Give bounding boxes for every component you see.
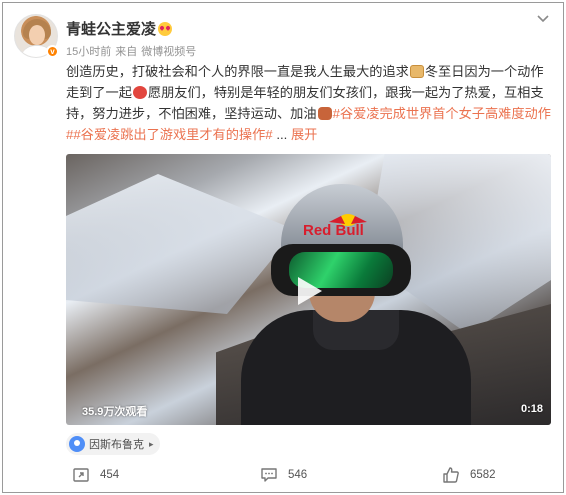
athlete-figure: Red Bull bbox=[241, 184, 471, 425]
location-tag[interactable]: 因斯布鲁克 ▸ bbox=[66, 433, 160, 455]
thumbs-up-icon bbox=[443, 467, 459, 483]
post-text-line2a: 了一起 bbox=[92, 85, 132, 100]
source-prefix: 来自 bbox=[115, 46, 138, 58]
chevron-right-icon: ▸ bbox=[149, 438, 154, 449]
comment-button[interactable]: 546 bbox=[260, 463, 307, 487]
location-pin-icon bbox=[69, 436, 85, 452]
username[interactable]: 青蛙公主爱凌 bbox=[66, 18, 173, 39]
red-bull-logo: Red Bull bbox=[303, 214, 367, 238]
chevron-down-icon[interactable] bbox=[536, 14, 554, 28]
post-text-line3a: 进步，不怕困难，坚持运动、加油 bbox=[118, 106, 317, 121]
verified-badge-icon: v bbox=[46, 45, 59, 58]
view-count: 35.9万次观看 bbox=[82, 406, 148, 418]
repost-count: 454 bbox=[100, 469, 120, 481]
action-bar: 454 546 6582 bbox=[66, 463, 496, 487]
bag-emoji-icon bbox=[317, 107, 332, 120]
helmet-brand-text: Red Bull bbox=[303, 222, 364, 238]
repost-icon bbox=[73, 468, 89, 482]
hashtag-link[interactable]: #谷爱凌跳出了游戏里才有的操作# bbox=[73, 127, 272, 142]
location-label: 因斯布鲁克 bbox=[89, 439, 144, 451]
repost-button[interactable]: 454 bbox=[72, 463, 119, 487]
post-time[interactable]: 15小时前 bbox=[66, 46, 111, 58]
post-text: 创造历史，打破社会和个人的界限一直是我人生最大的追求 冬至日因为一个动作走到了一起… bbox=[66, 61, 554, 145]
gift-box-emoji-icon bbox=[409, 65, 424, 78]
like-count: 6582 bbox=[470, 469, 496, 481]
post-source[interactable]: 微博视频号 bbox=[141, 46, 196, 58]
ellipsis: ... bbox=[276, 127, 288, 142]
video-player[interactable]: Red Bull 35.9万次观看 0:18 bbox=[66, 154, 551, 425]
video-duration: 0:18 bbox=[520, 403, 543, 415]
expand-link[interactable]: 展开 bbox=[291, 127, 317, 142]
comment-count: 546 bbox=[288, 469, 308, 481]
red-emoji-icon bbox=[132, 86, 147, 99]
username-text[interactable]: 青蛙公主爱凌 bbox=[66, 21, 156, 38]
heart-eyes-emoji-icon bbox=[158, 22, 173, 36]
post-header: v 青蛙公主爱凌 15小时前 来自 微博视频号 bbox=[14, 12, 554, 60]
play-icon[interactable] bbox=[288, 271, 328, 311]
post-text-line1a: 创造历史，打破社会和个人的界限一直是我人生最大的追求 bbox=[66, 64, 409, 79]
comment-icon bbox=[261, 468, 277, 482]
post-meta: 15小时前 来自 微博视频号 bbox=[66, 43, 200, 59]
like-button[interactable]: 6582 bbox=[442, 463, 496, 487]
